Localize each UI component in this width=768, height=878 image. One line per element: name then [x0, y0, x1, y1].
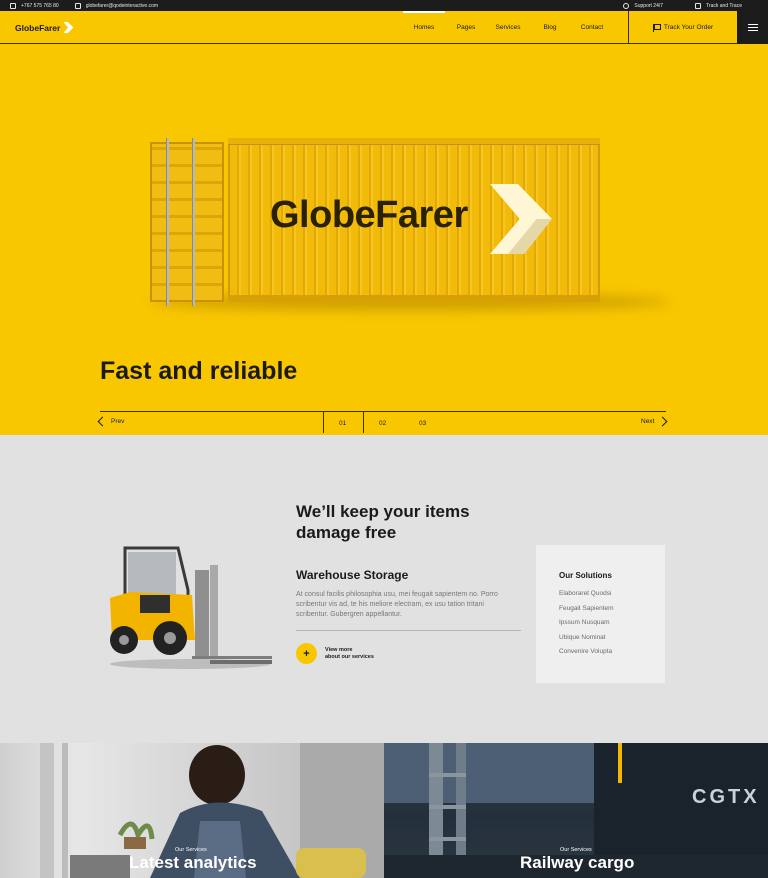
track-order-label: Track Your Order: [663, 24, 714, 31]
site-logo[interactable]: GlobeFarer: [15, 22, 74, 33]
nav-item-services[interactable]: Services: [487, 11, 529, 44]
flag-icon: [695, 2, 702, 9]
railway-cargo-card[interactable]: CGTX Our Services Railway cargo: [384, 743, 768, 878]
solution-item[interactable]: Elaboraret Quodsi: [559, 587, 665, 602]
top-bar: +767 575 765 80 globefarer@qodeinteracti…: [0, 0, 768, 11]
support-label: Support 24/7: [634, 2, 664, 9]
nav-item-blog[interactable]: Blog: [529, 11, 571, 44]
next-label: Next: [641, 418, 655, 425]
nav-item-contact[interactable]: Contact: [571, 11, 613, 44]
solutions-panel: Our Solutions Elaboraret Quodsi Feugait …: [536, 545, 665, 683]
flag-icon: [652, 23, 661, 32]
phone-number: +767 575 765 80: [21, 2, 59, 9]
slider-next-button[interactable]: Next: [641, 416, 668, 427]
railcar-sign: CGTX: [692, 786, 760, 808]
solutions-title: Our Solutions: [559, 571, 612, 580]
cta-line-2: about our services: [325, 653, 374, 660]
services-section: We’ll keep your items damage free Wareho…: [0, 435, 768, 743]
slide-number-3[interactable]: 03: [419, 420, 426, 427]
cta-line-1: View more: [325, 646, 353, 653]
phone-icon: [10, 2, 16, 9]
support-link[interactable]: Support 24/7: [623, 2, 664, 9]
view-more-services-button[interactable]: + View more about our services: [296, 643, 374, 664]
forklift-image: [110, 546, 272, 669]
phone-contact[interactable]: +767 575 765 80: [10, 2, 59, 9]
menu-button[interactable]: [737, 11, 768, 44]
plus-icon: +: [296, 643, 317, 664]
prev-label: Prev: [111, 418, 125, 425]
slide-number-2[interactable]: 02: [379, 420, 386, 427]
hero-title: Fast and reliable: [100, 357, 298, 385]
slider-prev-button[interactable]: Prev: [97, 416, 125, 427]
container-brand-text: GlobeFarer: [270, 194, 468, 236]
email-contact[interactable]: globefarer@qodeinteractive.com: [74, 2, 159, 9]
card-title: Railway cargo: [520, 853, 635, 872]
track-order-button[interactable]: Track Your Order: [628, 11, 737, 44]
solution-item[interactable]: Ubique Nominat: [559, 631, 665, 646]
send-icon: [74, 2, 81, 9]
container-door: [150, 142, 224, 302]
header: GlobeFarer Homes Pages Services Blog Con…: [0, 11, 768, 44]
support-icon: [623, 2, 630, 9]
latest-analytics-card[interactable]: Our Services Latest analytics: [0, 743, 384, 878]
chevron-right-icon: [657, 416, 668, 427]
main-nav: Homes Pages Services Blog Contact: [403, 11, 613, 44]
card-title: Latest analytics: [129, 853, 257, 872]
slide-number-1[interactable]: 01: [339, 420, 346, 427]
track-trace-link[interactable]: Track and Trace: [695, 2, 742, 9]
solution-item[interactable]: Convenire Volupta: [559, 645, 665, 660]
logo-text: GlobeFarer: [15, 22, 61, 33]
hero-slider: GlobeFarer Fast and reliable Prev 01 02 …: [0, 44, 768, 435]
services-heading: We’ll keep your items damage free: [296, 502, 470, 542]
solution-item[interactable]: Ipssum Nusquam: [559, 616, 665, 631]
chevron-left-icon: [97, 416, 108, 427]
nav-item-homes[interactable]: Homes: [403, 11, 445, 44]
email-address: globefarer@qodeinteractive.com: [85, 2, 159, 9]
warehouse-storage-title: Warehouse Storage: [296, 568, 409, 582]
logo-chevron-icon: [63, 22, 74, 33]
hamburger-icon: [747, 24, 758, 25]
track-trace-label: Track and Trace: [706, 2, 742, 9]
solution-item[interactable]: Feugait Sapientem: [559, 602, 665, 617]
services-description: At consul facilis philosophia usu, mei f…: [296, 591, 498, 618]
nav-item-pages[interactable]: Pages: [445, 11, 487, 44]
slider-divider: [100, 411, 666, 412]
